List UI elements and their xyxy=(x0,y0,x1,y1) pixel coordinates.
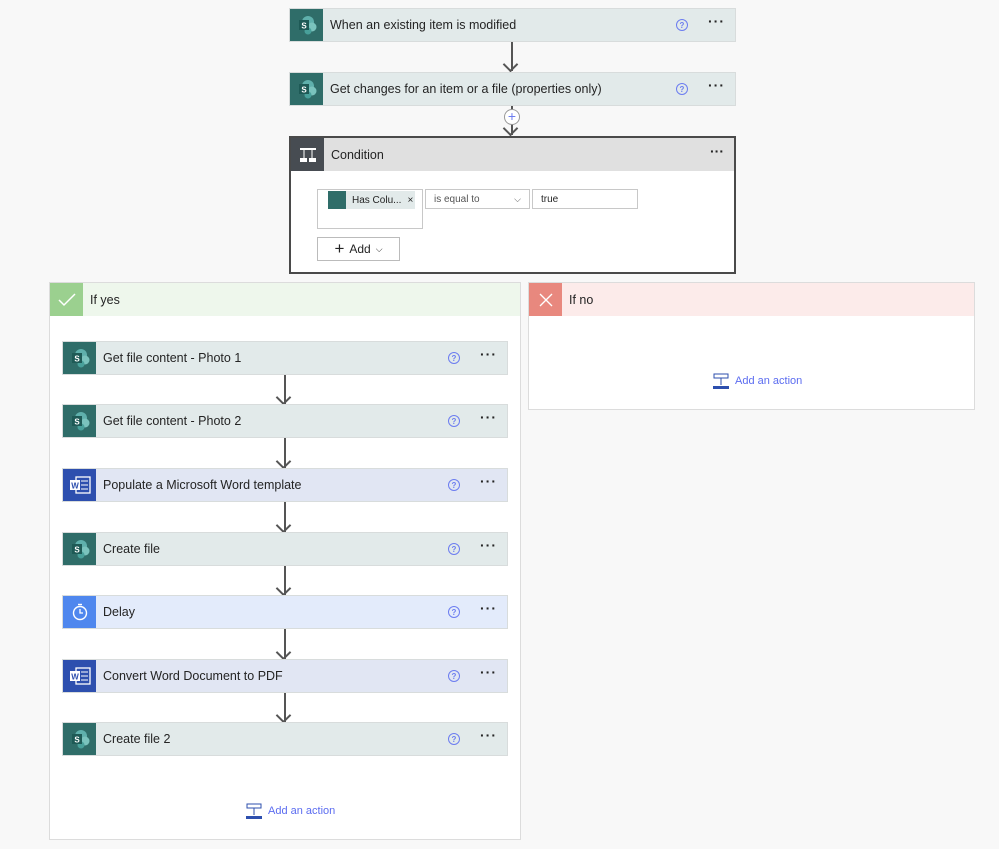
card-title: When an existing item is modified xyxy=(330,18,517,32)
connector-arrow xyxy=(284,502,286,532)
card-title: Convert Word Document to PDF xyxy=(103,669,283,683)
action-card[interactable]: S Get file content - Photo 1? ··· xyxy=(62,341,508,375)
plus-icon: + xyxy=(334,239,345,258)
svg-text:S: S xyxy=(74,355,80,364)
card-title: Create file 2 xyxy=(103,732,171,746)
operator-value: is equal to xyxy=(434,193,480,205)
help-icon[interactable]: ? xyxy=(676,19,688,31)
add-action-button-no[interactable]: Add an action xyxy=(713,373,802,389)
connector-arrow xyxy=(284,629,286,659)
branch-label: If yes xyxy=(90,292,120,307)
more-options-button[interactable]: ··· xyxy=(708,78,725,92)
sharepoint-icon: S xyxy=(63,405,96,437)
more-options-button[interactable]: ··· xyxy=(480,474,497,488)
condition-left-operand[interactable]: Has Colu... × xyxy=(317,189,423,229)
check-icon xyxy=(50,283,83,316)
add-condition-button[interactable]: + Add ⌵ xyxy=(317,237,400,261)
help-icon[interactable]: ? xyxy=(676,83,688,95)
help-icon[interactable]: ? xyxy=(448,543,460,555)
connector-arrow xyxy=(284,438,286,468)
help-icon[interactable]: ? xyxy=(448,352,460,364)
svg-text:W: W xyxy=(71,673,79,682)
more-options-button[interactable]: ··· xyxy=(480,665,497,679)
word-icon: W xyxy=(63,660,96,692)
operator-dropdown[interactable]: is equal to ⌵ xyxy=(425,189,530,209)
sharepoint-icon: S xyxy=(63,533,96,565)
add-action-icon xyxy=(713,373,729,389)
action-card[interactable]: W Convert Word Document to PDF? ··· xyxy=(62,659,508,693)
condition-card: Condition ··· Has Colu... × is equal to … xyxy=(289,136,736,274)
remove-token-button[interactable]: × xyxy=(407,195,413,206)
connector-arrow xyxy=(284,375,286,404)
card-title: Get changes for an item or a file (prope… xyxy=(330,82,602,96)
svg-text:S: S xyxy=(74,546,80,555)
more-options-button[interactable]: ··· xyxy=(480,538,497,552)
add-action-label: Add an action xyxy=(735,375,803,387)
timer-icon xyxy=(63,596,96,628)
chevron-down-icon: ⌵ xyxy=(375,243,383,254)
add-action-icon xyxy=(246,803,262,819)
more-options-button[interactable]: ··· xyxy=(480,601,497,615)
action-card[interactable]: W Populate a Microsoft Word template? ··· xyxy=(62,468,508,502)
more-options-button[interactable]: ··· xyxy=(480,347,497,361)
help-icon[interactable]: ? xyxy=(448,670,460,682)
card-title: Get file content - Photo 1 xyxy=(103,351,242,365)
get-changes-card[interactable]: S Get changes for an item or a file (pro… xyxy=(289,72,736,106)
insert-step-button[interactable]: + xyxy=(504,109,520,125)
condition-title: Condition xyxy=(331,147,384,162)
sharepoint-icon: S xyxy=(63,723,96,755)
sharepoint-icon: S xyxy=(290,73,323,105)
card-title: Create file xyxy=(103,542,160,556)
connector-arrow xyxy=(284,693,286,722)
word-icon: W xyxy=(63,469,96,501)
connector-arrow xyxy=(284,566,286,595)
svg-text:S: S xyxy=(301,86,307,95)
more-options-button[interactable]: ··· xyxy=(480,728,497,742)
trigger-card[interactable]: S When an existing item is modified ? ··… xyxy=(289,8,736,42)
svg-text:S: S xyxy=(74,736,80,745)
card-title: Delay xyxy=(103,605,135,619)
action-card[interactable]: S Create file? ··· xyxy=(62,532,508,566)
condition-icon xyxy=(291,138,324,171)
value-text: true xyxy=(541,193,559,205)
sharepoint-icon: S xyxy=(290,9,323,41)
add-action-button-yes[interactable]: Add an action xyxy=(246,803,335,819)
svg-text:S: S xyxy=(301,22,307,31)
value-input[interactable]: true xyxy=(532,189,638,209)
more-options-button[interactable]: ··· xyxy=(710,143,724,159)
help-icon[interactable]: ? xyxy=(448,415,460,427)
if-no-branch: If no xyxy=(528,282,975,410)
sharepoint-icon xyxy=(328,191,346,209)
action-card[interactable]: S Get file content - Photo 2? ··· xyxy=(62,404,508,438)
card-title: Populate a Microsoft Word template xyxy=(103,478,302,492)
chevron-down-icon: ⌵ xyxy=(514,193,521,204)
connector-arrow xyxy=(511,42,513,71)
svg-text:S: S xyxy=(74,418,80,427)
sharepoint-icon: S xyxy=(63,342,96,374)
close-icon xyxy=(529,283,562,316)
dynamic-token[interactable]: Has Colu... × xyxy=(328,191,415,209)
svg-text:W: W xyxy=(71,482,79,491)
help-icon[interactable]: ? xyxy=(448,479,460,491)
card-title: Get file content - Photo 2 xyxy=(103,414,242,428)
help-icon[interactable]: ? xyxy=(448,606,460,618)
more-options-button[interactable]: ··· xyxy=(480,410,497,424)
token-label: Has Colu... xyxy=(352,194,402,206)
help-icon[interactable]: ? xyxy=(448,733,460,745)
action-card[interactable]: S Create file 2? ··· xyxy=(62,722,508,756)
action-card[interactable]: Delay? ··· xyxy=(62,595,508,629)
add-action-label: Add an action xyxy=(268,805,336,817)
add-label: Add xyxy=(349,242,371,256)
more-options-button[interactable]: ··· xyxy=(708,14,725,28)
branch-label: If no xyxy=(569,292,594,307)
